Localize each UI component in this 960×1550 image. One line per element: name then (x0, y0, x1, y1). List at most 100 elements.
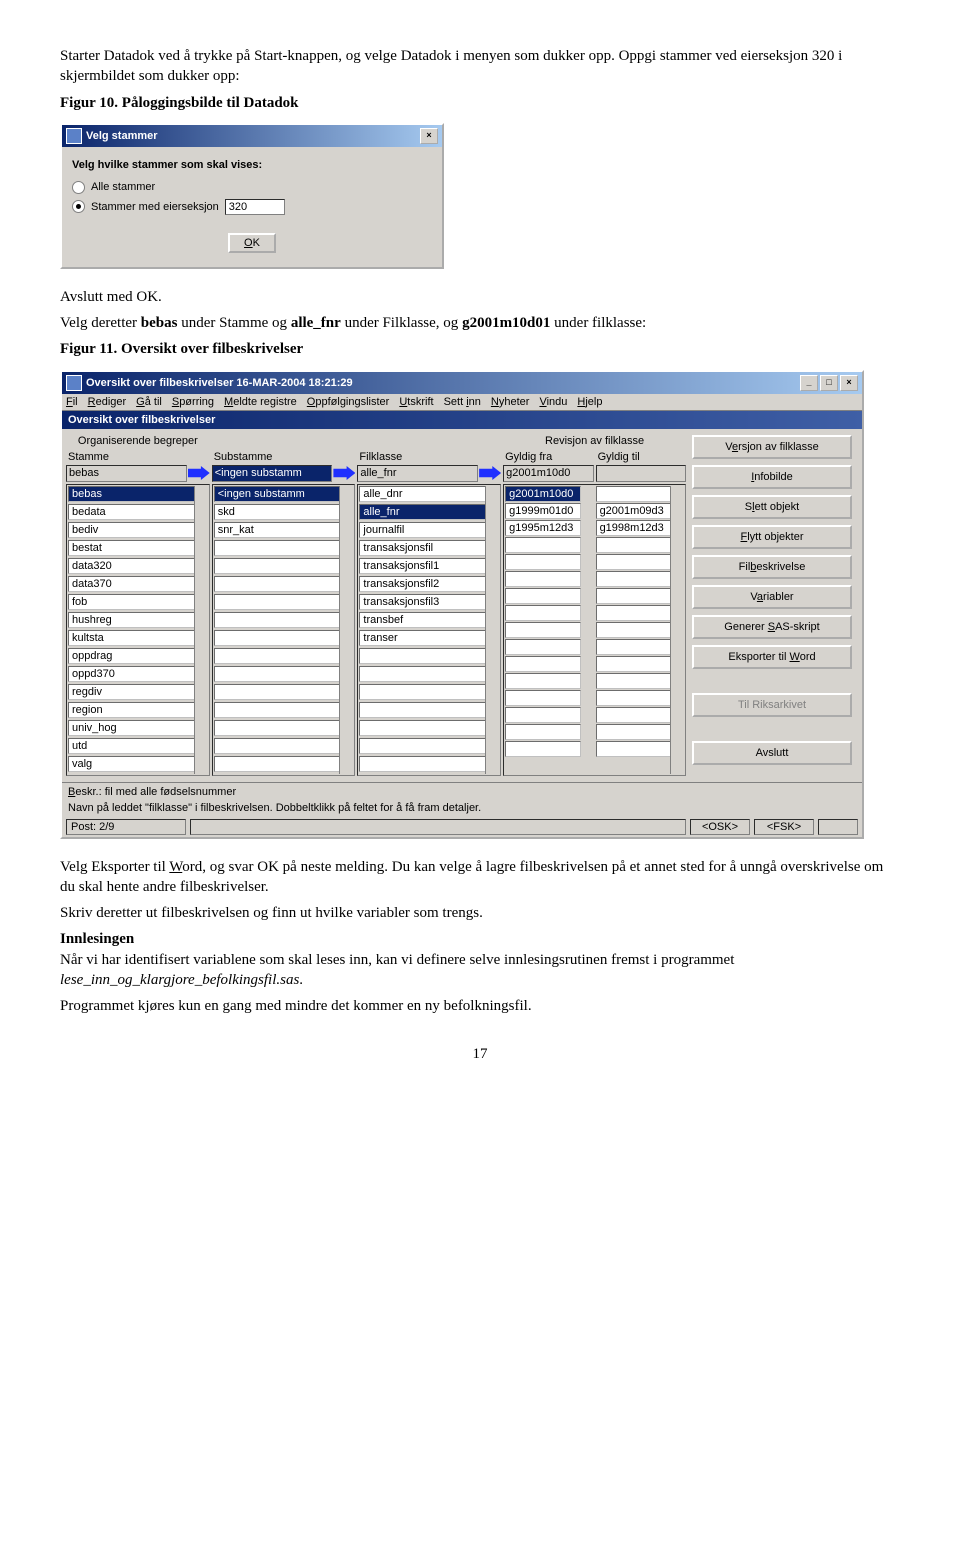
list-item[interactable]: transaksjonsfil1 (359, 558, 486, 574)
menu-item[interactable]: Utskrift (399, 396, 433, 408)
list-item[interactable]: transbef (359, 612, 486, 628)
list-item[interactable]: fob (68, 594, 195, 610)
list-item[interactable]: bebas (68, 486, 195, 502)
list-item[interactable] (214, 576, 341, 592)
list-item[interactable]: skd (214, 504, 341, 520)
filklasse-listbox[interactable]: alle_dnralle_fnrjournalfiltransaksjonsfi… (357, 484, 501, 776)
list-item[interactable]: <ingen substamm (214, 486, 341, 502)
list-item[interactable] (505, 724, 580, 740)
list-item[interactable] (505, 588, 580, 604)
list-item[interactable] (359, 702, 486, 718)
titlebar[interactable]: Oversikt over filbeskrivelser 16-MAR-200… (62, 372, 862, 394)
list-item[interactable] (214, 684, 341, 700)
button-variabler[interactable]: Variabler (692, 585, 852, 609)
list-item[interactable] (505, 571, 580, 587)
list-item[interactable]: bedata (68, 504, 195, 520)
list-item[interactable]: transaksjonsfil2 (359, 576, 486, 592)
button-filbeskrivelse[interactable]: Filbeskrivelse (692, 555, 852, 579)
list-item[interactable] (214, 756, 341, 772)
list-item[interactable] (505, 707, 580, 723)
list-item[interactable]: g1995m12d3 (505, 520, 580, 536)
list-item[interactable] (359, 738, 486, 754)
menu-item[interactable]: Hjelp (577, 396, 602, 408)
list-item[interactable]: kultsta (68, 630, 195, 646)
list-item[interactable]: snr_kat (214, 522, 341, 538)
list-item[interactable]: transaksjonsfil (359, 540, 486, 556)
list-item[interactable] (596, 690, 671, 706)
eierseksjon-input[interactable] (225, 199, 285, 215)
list-item[interactable] (214, 702, 341, 718)
list-item[interactable] (596, 571, 671, 587)
scrollbar[interactable] (670, 486, 684, 774)
button-flytt[interactable]: Flytt objekter (692, 525, 852, 549)
list-item[interactable] (596, 588, 671, 604)
scrollbar[interactable] (194, 486, 208, 774)
menu-item[interactable]: Nyheter (491, 396, 530, 408)
radio-alle-stammer[interactable] (72, 181, 85, 194)
list-item[interactable]: g2001m10d0 (505, 486, 580, 502)
list-item[interactable]: hushreg (68, 612, 195, 628)
list-item[interactable]: data320 (68, 558, 195, 574)
ok-button[interactable]: OK (228, 233, 276, 253)
maximize-icon[interactable]: □ (820, 375, 838, 391)
menu-item[interactable]: Oppfølgingslister (307, 396, 390, 408)
list-item[interactable]: transaksjonsfil3 (359, 594, 486, 610)
titlebar[interactable]: Velg stammer × (62, 125, 442, 147)
list-item[interactable] (214, 738, 341, 754)
list-item[interactable]: region (68, 702, 195, 718)
button-infobilde[interactable]: Infobilde (692, 465, 852, 489)
button-avslutt[interactable]: Avslutt (692, 741, 852, 765)
scrollbar[interactable] (339, 486, 353, 774)
list-item[interactable] (214, 540, 341, 556)
list-item[interactable] (596, 622, 671, 638)
button-versjon[interactable]: Versjon av filklasse (692, 435, 852, 459)
list-item[interactable] (214, 630, 341, 646)
list-item[interactable] (596, 741, 671, 757)
minimize-icon[interactable]: _ (800, 375, 818, 391)
list-item[interactable] (505, 673, 580, 689)
substamme-selected[interactable]: <ingen substamm (212, 465, 333, 482)
list-item[interactable] (214, 666, 341, 682)
menu-item[interactable]: Gå til (136, 396, 162, 408)
list-item[interactable]: journalfil (359, 522, 486, 538)
stamme-selected[interactable]: bebas (66, 465, 187, 482)
list-item[interactable] (214, 594, 341, 610)
list-item[interactable] (214, 648, 341, 664)
list-item[interactable] (359, 720, 486, 736)
menu-item[interactable]: Fil (66, 396, 78, 408)
list-item[interactable] (359, 756, 486, 772)
stamme-listbox[interactable]: bebasbedatabedivbestatdata320data370fobh… (66, 484, 210, 776)
list-item[interactable] (596, 554, 671, 570)
revisjon-listbox[interactable]: g2001m10d0g1999m01d0g1995m12d3g2001m09d3… (503, 484, 686, 776)
menu-item[interactable]: Sett inn (444, 396, 481, 408)
list-item[interactable]: transer (359, 630, 486, 646)
list-item[interactable] (596, 724, 671, 740)
list-item[interactable] (596, 537, 671, 553)
button-slett[interactable]: Slett objekt (692, 495, 852, 519)
list-item[interactable] (505, 554, 580, 570)
list-item[interactable] (505, 656, 580, 672)
list-item[interactable]: bediv (68, 522, 195, 538)
list-item[interactable]: regdiv (68, 684, 195, 700)
list-item[interactable]: alle_fnr (359, 504, 486, 520)
list-item[interactable]: data370 (68, 576, 195, 592)
list-item[interactable]: oppd370 (68, 666, 195, 682)
gyldigtil-selected[interactable] (596, 465, 686, 482)
list-item[interactable] (505, 537, 580, 553)
list-item[interactable] (596, 605, 671, 621)
list-item[interactable] (214, 720, 341, 736)
button-eksporter-word[interactable]: Eksporter til Word (692, 645, 852, 669)
list-item[interactable] (596, 486, 671, 502)
list-item[interactable]: g1998m12d3 (596, 520, 671, 536)
list-item[interactable] (596, 639, 671, 655)
list-item[interactable]: utd (68, 738, 195, 754)
list-item[interactable] (214, 558, 341, 574)
list-item[interactable] (596, 707, 671, 723)
menu-item[interactable]: Spørring (172, 396, 214, 408)
list-item[interactable]: univ_hog (68, 720, 195, 736)
list-item[interactable] (596, 656, 671, 672)
list-item[interactable] (214, 612, 341, 628)
button-sas[interactable]: Generer SAS-skript (692, 615, 852, 639)
radio-eierseksjon[interactable] (72, 200, 85, 213)
list-item[interactable] (505, 690, 580, 706)
